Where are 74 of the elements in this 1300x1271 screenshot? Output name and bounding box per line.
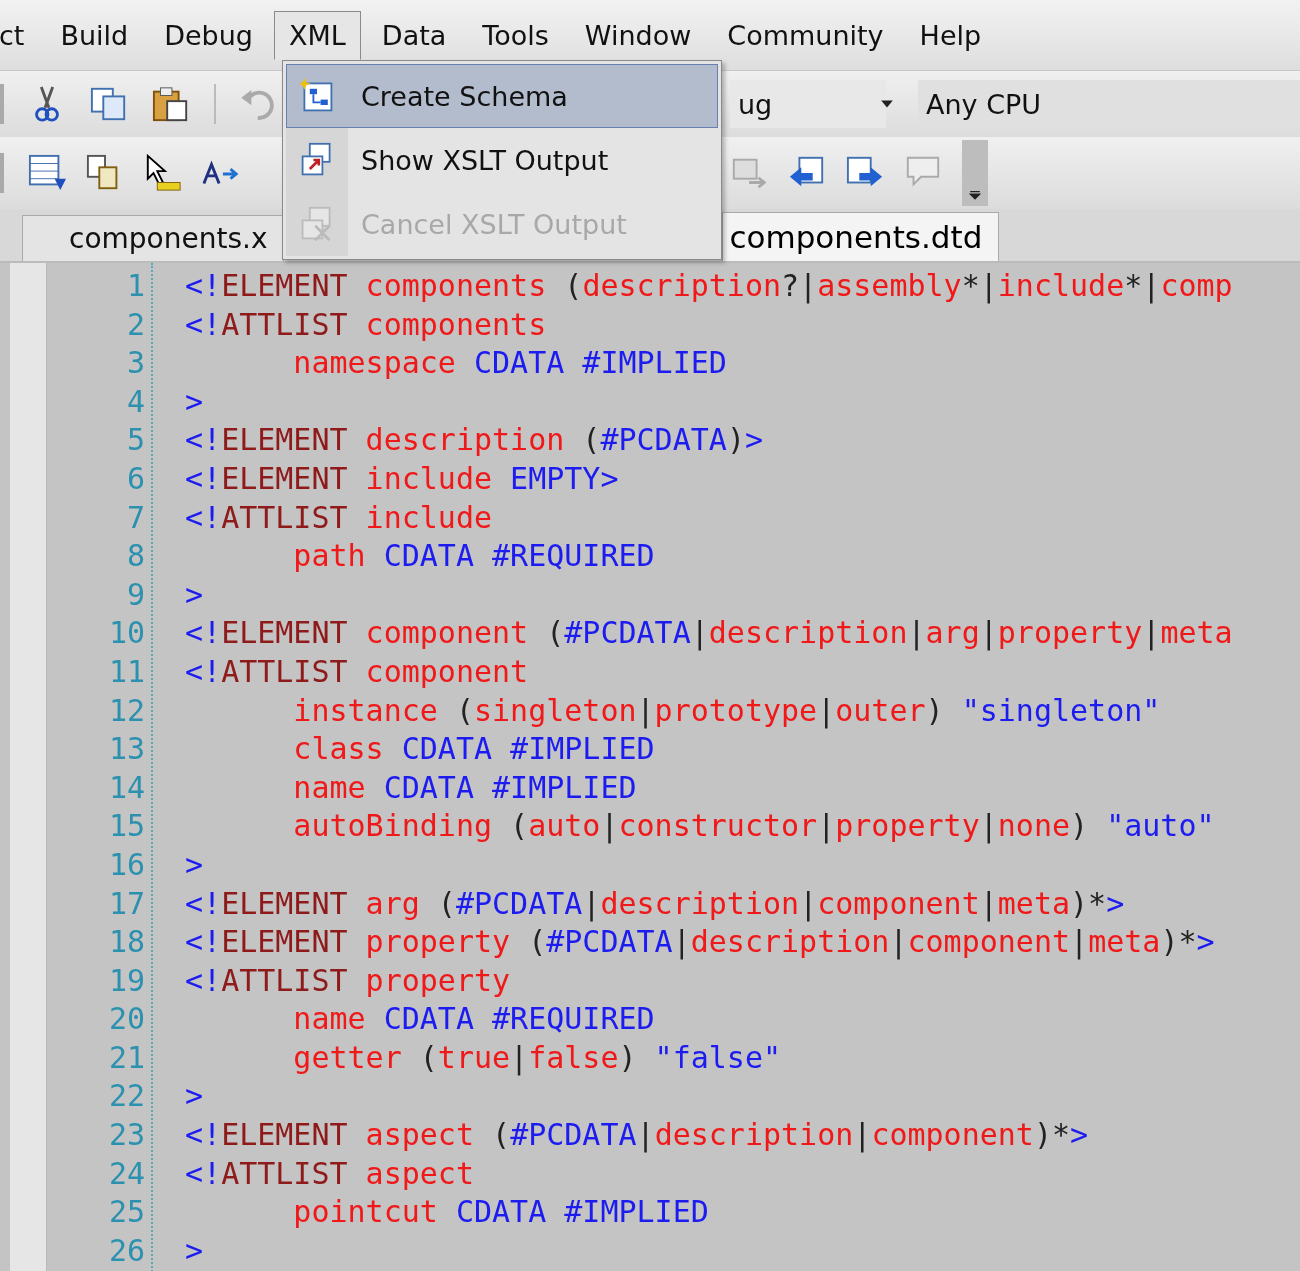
line-number: 20 [107,1000,146,1039]
menu-item[interactable]: Community [712,10,899,60]
code-line: > [185,1077,205,1116]
document-tab[interactable]: components.x [22,215,285,261]
line-number: 22 [107,1077,146,1116]
line-number: 4 [125,382,146,421]
menu-item[interactable]: Data [366,10,462,60]
line-number: 24 [107,1154,146,1193]
menu-item[interactable]: Build [45,10,144,60]
line-number: 3 [125,344,146,383]
code-line: <!ELEMENT components (description?|assembly*|include*|comp [185,267,1234,306]
code-line: > [185,845,205,884]
document-tab[interactable]: components.dtd [722,212,1000,261]
code-line: instance (singleton|prototype|outer) "singleton" [292,691,1162,731]
code-line: pointcut CDATA #IMPLIED [292,1193,710,1232]
code-line: > [185,575,205,614]
line-number: 26 [107,1231,146,1270]
code-line: <!ELEMENT component (#PCDATA|description|arg|property|meta [185,614,1234,653]
line-number: 23 [107,1116,146,1155]
line-number: 16 [107,845,146,884]
code-line: getter (true|false) "false" [292,1038,783,1078]
line-number: 18 [107,923,146,962]
line-number: 17 [107,884,146,923]
code-line: <!ATTLIST aspect [185,1154,475,1193]
line-number: 5 [125,421,146,460]
copy-icon[interactable] [90,85,128,123]
schema-icon [299,78,335,114]
code-line: <!ELEMENT property (#PCDATA|description|component|meta)*> [185,923,1216,962]
line-number: 19 [107,961,146,1000]
code-line: <!ATTLIST components [185,305,548,344]
code-line: autoBinding (auto|constructor|property|none) "auto" [292,807,1216,846]
cursor-icon[interactable] [144,154,182,192]
line-number: 7 [125,498,146,537]
line-number: 9 [125,575,146,614]
menu-item[interactable]: Window [569,10,707,60]
code-line: <!ATTLIST include [185,498,494,537]
code-line: class CDATA #IMPLIED [292,730,656,769]
code-line: > [185,382,205,421]
code-line: <!ELEMENT aspect (#PCDATA|description|component)*> [185,1116,1090,1155]
menu-item[interactable]: Create Schema [286,64,718,128]
configuration-dropdown[interactable]: ug [730,80,886,128]
line-number: 25 [107,1193,146,1232]
code-line: <!ELEMENT arg (#PCDATA|description|component|meta)*> [185,884,1126,924]
line-number: 8 [125,537,146,576]
menu-item[interactable]: Tools [467,10,564,60]
menu-item[interactable]: ct [0,10,40,60]
line-number: 1 [125,267,146,305]
line-number: 10 [107,614,146,653]
line-number: 21 [107,1038,146,1077]
code-line: path CDATA #REQUIRED [292,537,656,576]
caret-icon[interactable] [880,99,894,109]
code-line: <!ATTLIST property [185,961,512,1000]
code-line: > [185,1231,205,1270]
code-line: <!ELEMENT description (#PCDATA)> [185,421,764,460]
line-number: 2 [125,305,146,344]
line-number: 15 [107,807,146,846]
clipboard-icon[interactable] [152,85,190,123]
line-number: 12 [107,691,146,730]
menu-item[interactable]: Help [904,10,997,60]
code-line: <!ELEMENT include EMPTY> [185,459,620,498]
line-number: 11 [107,652,146,691]
code-line: name CDATA #REQUIRED [292,1000,656,1039]
table-icon[interactable] [28,154,66,192]
code-line: <!ATTLIST component [185,652,530,691]
line-number: 6 [125,459,146,498]
toolbar-overflow-button[interactable] [962,140,988,206]
line-number: 13 [107,730,146,769]
code-line: name CDATA #IMPLIED [292,768,638,807]
chevron-icon [969,188,981,200]
line-number: 14 [107,768,146,807]
menu-item[interactable]: XML [274,10,361,60]
menu-item[interactable]: Debug [149,10,268,60]
menu-item[interactable]: Show XSLT Output [286,128,718,192]
code-line: namespace CDATA #IMPLIED [292,344,728,383]
